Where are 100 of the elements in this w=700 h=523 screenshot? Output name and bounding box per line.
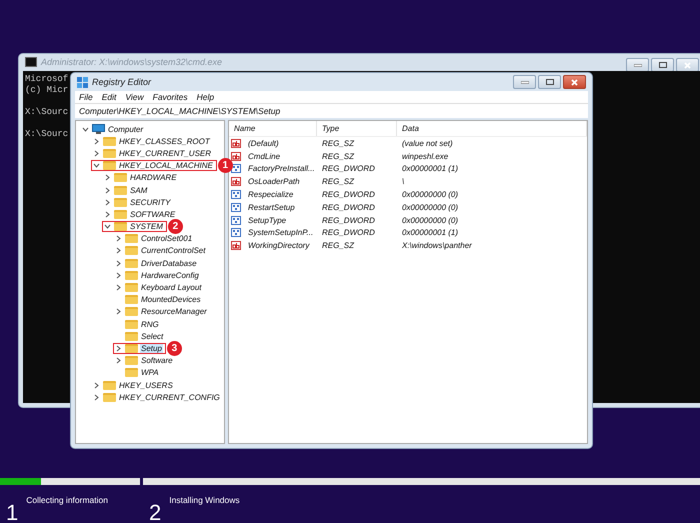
chevron-icon[interactable] bbox=[92, 392, 101, 402]
step-number: 2 bbox=[149, 500, 162, 523]
value-name[interactable]: WorkingDirectory bbox=[243, 241, 310, 250]
tree-item[interactable]: HardwareConfig bbox=[140, 270, 200, 280]
menu-item[interactable]: View bbox=[125, 92, 144, 102]
string-value-icon bbox=[231, 152, 241, 161]
folder-icon bbox=[114, 198, 127, 207]
chevron-icon[interactable] bbox=[114, 356, 123, 366]
tree-item[interactable]: HKEY_USERS bbox=[118, 380, 174, 390]
chevron-icon[interactable] bbox=[92, 380, 101, 390]
tree-item[interactable]: WPA bbox=[140, 368, 160, 378]
menu-item[interactable]: Favorites bbox=[152, 92, 188, 102]
console-line: X:\Sourc bbox=[25, 107, 68, 118]
address-bar[interactable]: Computer\HKEY_LOCAL_MACHINE\SYSTEM\Setup bbox=[75, 103, 588, 118]
chevron-icon[interactable] bbox=[103, 198, 112, 207]
folder-icon bbox=[125, 234, 138, 244]
close-button[interactable] bbox=[563, 75, 586, 89]
tree-item[interactable]: SAM bbox=[129, 186, 148, 195]
maximize-button[interactable] bbox=[651, 58, 674, 72]
maximize-button[interactable] bbox=[538, 75, 561, 89]
folder-icon bbox=[125, 344, 138, 353]
chevron-icon[interactable] bbox=[114, 246, 123, 256]
folder-icon bbox=[125, 307, 138, 316]
value-name[interactable]: CmdLine bbox=[243, 152, 280, 161]
value-name[interactable]: SetupType bbox=[243, 216, 286, 225]
value-name[interactable]: (Default) bbox=[243, 138, 279, 148]
chevron-icon[interactable] bbox=[114, 258, 123, 268]
folder-icon bbox=[125, 356, 138, 366]
tree-item[interactable]: SOFTWARE bbox=[129, 210, 176, 219]
chevron-icon[interactable] bbox=[92, 161, 101, 170]
value-name[interactable]: SystemSetupInP... bbox=[243, 228, 314, 238]
tree-item[interactable]: ControlSet001 bbox=[140, 234, 194, 244]
tree-item[interactable]: SECURITY bbox=[129, 198, 172, 207]
chevron-icon[interactable] bbox=[92, 148, 101, 158]
chevron-icon[interactable] bbox=[103, 173, 112, 182]
chevron-icon[interactable] bbox=[114, 283, 123, 292]
step-number: 1 bbox=[6, 500, 18, 523]
binary-value-icon bbox=[231, 216, 241, 225]
tree-item[interactable]: Computer bbox=[107, 124, 144, 134]
tree-item[interactable]: Keyboard Layout bbox=[140, 283, 202, 292]
folder-icon bbox=[103, 148, 116, 158]
folder-icon bbox=[125, 295, 138, 304]
binary-value-icon bbox=[231, 228, 241, 238]
chevron-icon[interactable] bbox=[114, 307, 123, 316]
tree-item[interactable]: RNG bbox=[140, 320, 160, 329]
tree-item[interactable]: SYSTEM bbox=[129, 222, 164, 232]
folder-icon bbox=[114, 186, 127, 195]
chevron-icon[interactable] bbox=[103, 186, 112, 195]
tree-item[interactable]: HARDWARE bbox=[129, 173, 178, 182]
console-icon bbox=[25, 57, 37, 67]
value-name[interactable]: Respecialize bbox=[243, 190, 294, 200]
string-value-icon bbox=[231, 138, 241, 148]
maximize-icon bbox=[546, 79, 554, 85]
column-header[interactable]: Data bbox=[397, 121, 587, 136]
window-title: Administrator: X:\windows\system32\cmd.exe bbox=[41, 57, 222, 67]
tree-item[interactable]: HKEY_CURRENT_CONFIG bbox=[118, 392, 221, 402]
menu-item[interactable]: Help bbox=[196, 92, 214, 102]
tree-item[interactable]: HKEY_CURRENT_USER bbox=[118, 148, 212, 158]
close-icon bbox=[571, 78, 578, 86]
tree-item[interactable]: CurrentControlSet bbox=[140, 246, 206, 256]
value-name[interactable]: RestartSetup bbox=[243, 202, 295, 212]
tree-item[interactable]: ResourceManager bbox=[140, 307, 208, 316]
value-type: REG_DWORD bbox=[321, 190, 376, 200]
folder-icon bbox=[114, 222, 127, 232]
console-line: (c) Micr bbox=[25, 85, 68, 96]
tree-item[interactable]: Setup bbox=[140, 344, 163, 353]
tree-item[interactable]: Select bbox=[140, 332, 164, 341]
chevron-icon[interactable] bbox=[114, 234, 123, 244]
registry-icon bbox=[77, 76, 88, 88]
tree-item[interactable]: MountedDevices bbox=[140, 295, 202, 304]
chevron-icon[interactable] bbox=[114, 344, 123, 353]
folder-icon bbox=[103, 380, 116, 390]
chevron-icon[interactable] bbox=[114, 270, 123, 280]
chevron-icon[interactable] bbox=[92, 136, 101, 146]
folder-icon bbox=[125, 246, 138, 256]
value-data: \ bbox=[401, 177, 406, 186]
tree-item[interactable]: DriverDatabase bbox=[140, 258, 198, 268]
value-data: 0x00000000 (0) bbox=[401, 216, 460, 225]
value-name[interactable]: FactoryPreInstall... bbox=[243, 164, 315, 174]
close-icon bbox=[684, 62, 691, 68]
column-header[interactable]: Name bbox=[229, 121, 317, 136]
chevron-icon[interactable] bbox=[103, 222, 112, 232]
folder-icon bbox=[114, 173, 127, 182]
tree-item[interactable]: HKEY_CLASSES_ROOT bbox=[118, 136, 211, 146]
folder-icon bbox=[103, 392, 116, 402]
chevron-icon[interactable] bbox=[103, 210, 112, 219]
window-title: Registry Editor bbox=[92, 77, 152, 87]
tree-item[interactable]: HKEY_LOCAL_MACHINE bbox=[118, 161, 214, 170]
value-type: REG_DWORD bbox=[321, 164, 376, 174]
value-data: (value not set) bbox=[401, 138, 454, 148]
minimize-button[interactable] bbox=[626, 58, 649, 72]
value-type: REG_DWORD bbox=[321, 228, 376, 238]
value-name[interactable]: OsLoaderPath bbox=[243, 177, 300, 186]
tree-item[interactable]: Software bbox=[140, 356, 174, 366]
close-button[interactable] bbox=[676, 58, 699, 72]
menu-item[interactable]: File bbox=[79, 92, 93, 102]
menu-item[interactable]: Edit bbox=[102, 92, 116, 102]
column-header[interactable]: Type bbox=[317, 121, 397, 136]
console-line: X:\Sourc bbox=[25, 129, 68, 140]
step-label: Installing Windows bbox=[169, 495, 240, 507]
